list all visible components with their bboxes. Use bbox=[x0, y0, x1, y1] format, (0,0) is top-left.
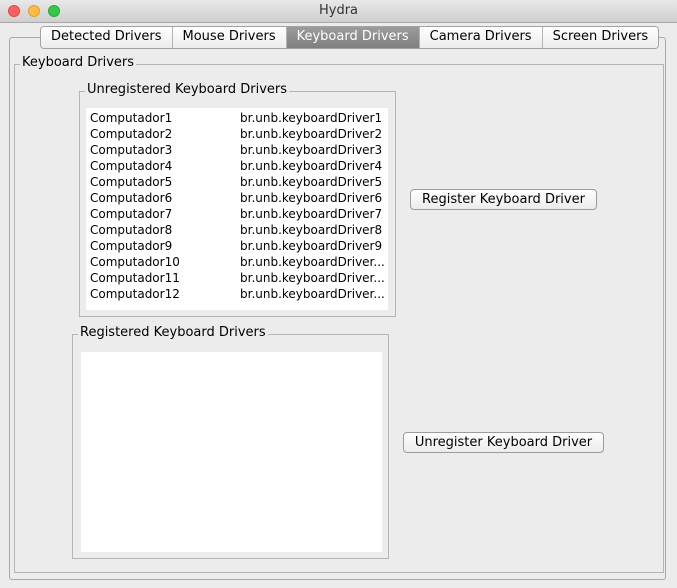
driver-name: br.unb.keyboardDriver3 bbox=[240, 143, 383, 157]
list-item[interactable]: Computador8 br.unb.keyboardDriver8 bbox=[86, 222, 388, 238]
driver-name: br.unb.keyboardDriver9 bbox=[240, 239, 383, 253]
computer-name: Computador2 bbox=[90, 127, 173, 141]
computer-name: Computador11 bbox=[90, 271, 180, 285]
unregister-keyboard-driver-button[interactable]: Unregister Keyboard Driver bbox=[403, 432, 604, 453]
window-title: Hydra bbox=[318, 3, 359, 18]
title-bar: Hydra bbox=[0, 0, 677, 23]
list-item[interactable]: Computador10 br.unb.keyboardDriver... bbox=[86, 254, 388, 270]
computer-name: Computador1 bbox=[90, 111, 173, 125]
computer-name: Computador6 bbox=[90, 191, 173, 205]
computer-name: Computador3 bbox=[90, 143, 173, 157]
computer-name: Computador4 bbox=[90, 159, 173, 173]
driver-name: br.unb.keyboardDriver5 bbox=[240, 175, 383, 189]
driver-name: br.unb.keyboardDriver4 bbox=[240, 159, 383, 173]
list-item[interactable]: Computador9 br.unb.keyboardDriver9 bbox=[86, 238, 388, 254]
list-item[interactable]: Computador5 br.unb.keyboardDriver5 bbox=[86, 174, 388, 190]
tab-mouse-drivers[interactable]: Mouse Drivers bbox=[171, 27, 286, 48]
tab-camera-drivers[interactable]: Camera Drivers bbox=[418, 27, 542, 48]
driver-name: br.unb.keyboardDriver1 bbox=[240, 111, 383, 125]
driver-name: br.unb.keyboardDriver... bbox=[240, 271, 385, 285]
computer-name: Computador9 bbox=[90, 239, 173, 253]
unregistered-drivers-group: Unregistered Keyboard Drivers Computador… bbox=[79, 82, 396, 317]
list-item[interactable]: Computador7 br.unb.keyboardDriver7 bbox=[86, 206, 388, 222]
driver-name: br.unb.keyboardDriver7 bbox=[240, 207, 383, 221]
list-item[interactable]: Computador1 br.unb.keyboardDriver1 bbox=[86, 110, 388, 126]
driver-name: br.unb.keyboardDriver6 bbox=[240, 191, 383, 205]
driver-name: br.unb.keyboardDriver8 bbox=[240, 223, 383, 237]
tab-detected-drivers[interactable]: Detected Drivers bbox=[41, 27, 172, 48]
computer-name: Computador12 bbox=[90, 287, 180, 301]
computer-name: Computador8 bbox=[90, 223, 173, 237]
keyboard-drivers-panel-title: Keyboard Drivers bbox=[20, 55, 137, 70]
tab-screen-drivers[interactable]: Screen Drivers bbox=[541, 27, 659, 48]
list-item[interactable]: Computador4 br.unb.keyboardDriver4 bbox=[86, 158, 388, 174]
registered-drivers-list[interactable] bbox=[81, 352, 382, 552]
registered-drivers-group: Registered Keyboard Drivers bbox=[72, 325, 389, 559]
unregistered-drivers-title: Unregistered Keyboard Drivers bbox=[85, 82, 290, 97]
computer-name: Computador5 bbox=[90, 175, 173, 189]
register-keyboard-driver-button[interactable]: Register Keyboard Driver bbox=[410, 189, 597, 210]
tab-keyboard-drivers[interactable]: Keyboard Drivers bbox=[285, 27, 419, 48]
list-item[interactable]: Computador3 br.unb.keyboardDriver3 bbox=[86, 142, 388, 158]
tab-bar: Detected Drivers Mouse Drivers Keyboard … bbox=[40, 26, 660, 49]
computer-name: Computador10 bbox=[90, 255, 180, 269]
unregistered-drivers-list[interactable]: Computador1 br.unb.keyboardDriver1 Computa… bbox=[86, 108, 388, 310]
app-window: Hydra Detected Drivers Mouse Drivers Key… bbox=[0, 0, 677, 588]
registered-drivers-title: Registered Keyboard Drivers bbox=[78, 325, 268, 340]
driver-name: br.unb.keyboardDriver... bbox=[240, 287, 385, 301]
driver-name: br.unb.keyboardDriver2 bbox=[240, 127, 383, 141]
driver-name: br.unb.keyboardDriver... bbox=[240, 255, 385, 269]
list-item[interactable]: Computador2 br.unb.keyboardDriver2 bbox=[86, 126, 388, 142]
list-item[interactable]: Computador12 br.unb.keyboardDriver... bbox=[86, 286, 388, 302]
list-item[interactable]: Computador6 br.unb.keyboardDriver6 bbox=[86, 190, 388, 206]
list-item[interactable]: Computador11 br.unb.keyboardDriver... bbox=[86, 270, 388, 286]
computer-name: Computador7 bbox=[90, 207, 173, 221]
